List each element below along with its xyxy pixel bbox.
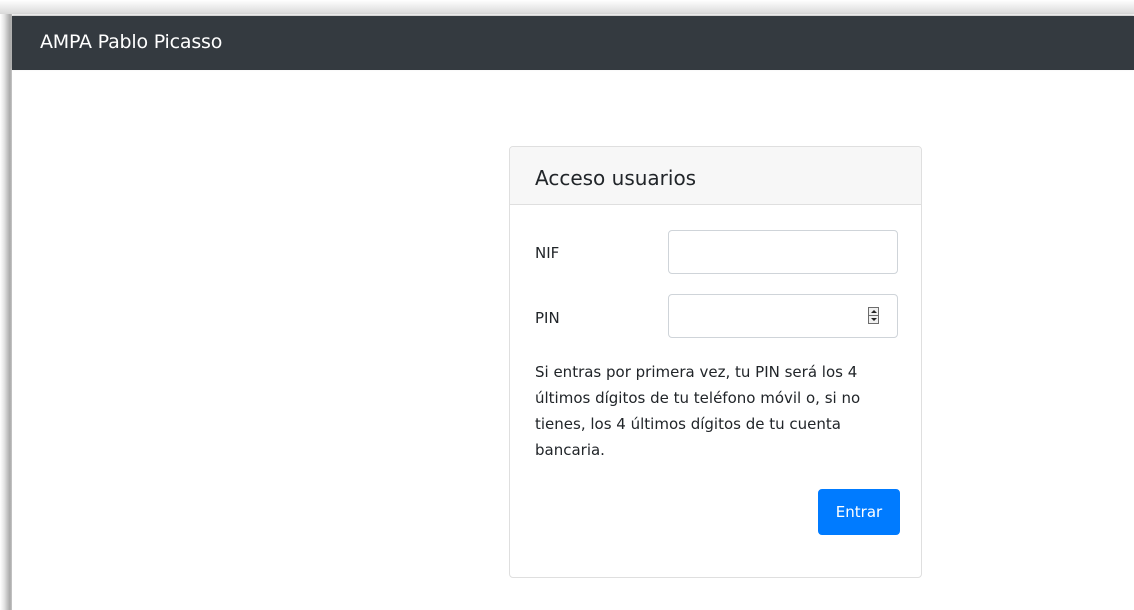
top-navbar: AMPA Pablo Picasso — [12, 16, 1134, 70]
pin-label: PIN — [535, 309, 560, 327]
login-card: Acceso usuarios NIF PIN Si entras por pr… — [509, 146, 922, 578]
window-shadow-left — [0, 14, 12, 610]
nif-input[interactable] — [668, 230, 898, 274]
pin-help-text: Si entras por primera vez, tu PIN será l… — [535, 363, 861, 459]
spin-up-down-icon[interactable] — [868, 307, 879, 324]
app-window: AMPA Pablo Picasso Acceso usuarios NIF P… — [0, 0, 1134, 610]
pin-input[interactable] — [668, 294, 898, 338]
submit-button[interactable]: Entrar — [818, 489, 900, 535]
card-header: Acceso usuarios — [510, 147, 921, 205]
spin-up-icon[interactable] — [869, 308, 878, 316]
nif-label: NIF — [535, 244, 560, 262]
window-shadow-top — [0, 0, 1134, 14]
spin-down-icon[interactable] — [869, 316, 878, 323]
card-title: Acceso usuarios — [535, 166, 697, 190]
brand-link[interactable]: AMPA Pablo Picasso — [40, 30, 222, 54]
